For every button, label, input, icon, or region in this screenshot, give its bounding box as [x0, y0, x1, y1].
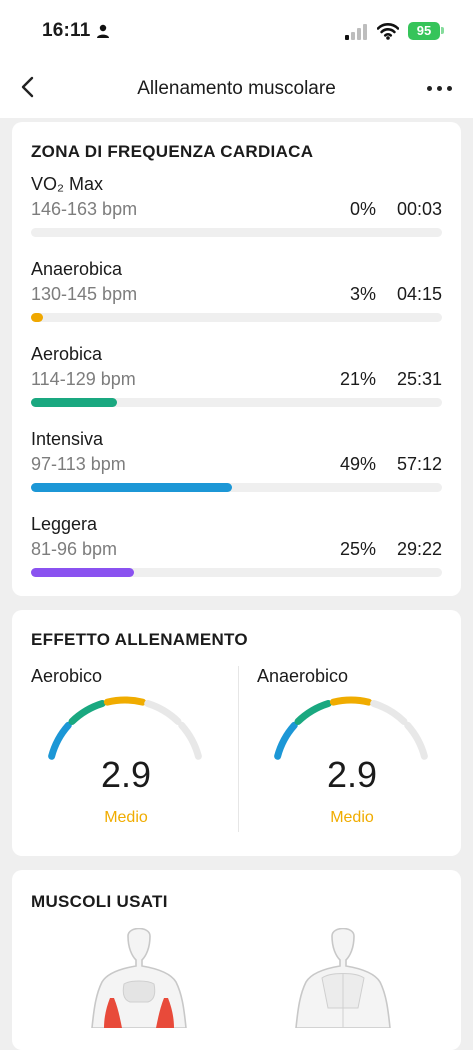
more-horizontal-icon-dot — [447, 86, 452, 91]
zone-progress-fill — [31, 568, 134, 577]
anaerobic-label: Anaerobico — [257, 666, 349, 686]
muscles-used-card: MUSCOLI USATI — [12, 870, 461, 1050]
zone-range: 97-113 bpm — [31, 454, 126, 474]
wifi-icon — [377, 23, 399, 40]
anaerobic-gauge-segment — [294, 700, 332, 725]
zone-percent: 49% — [339, 454, 376, 474]
card-title: ZONA DI FREQUENZA CARDIACA — [31, 142, 314, 161]
zone-percent: 0% — [349, 199, 376, 219]
zone-time: 29:22 — [396, 539, 442, 559]
zone-range: 130-145 bpm — [31, 284, 138, 304]
zone-time: 57:12 — [396, 454, 442, 474]
divider — [238, 666, 239, 832]
anaerobic-gauge-segment — [370, 700, 408, 725]
more-horizontal-icon — [427, 86, 432, 91]
person-icon — [97, 24, 109, 38]
battery-level: 95 — [416, 23, 432, 38]
zone-name: VO₂ Max — [31, 174, 103, 194]
page-title: Allenamento muscolare — [137, 78, 336, 99]
training-effect-card: EFFETTO ALLENAMENTO Aerobico 2.9 Medio A… — [12, 610, 461, 856]
zone-percent: 21% — [339, 369, 376, 389]
zone-row: VO₂ Max 146-163 bpm 0% 00:03 — [31, 174, 442, 254]
zone-row: Anaerobica 130-145 bpm 3% 04:15 — [31, 259, 442, 339]
zone-progress-track — [31, 568, 442, 577]
zone-range: 114-129 bpm — [31, 369, 136, 389]
aerobic-label: Aerobico — [31, 666, 103, 686]
zone-progress-fill — [31, 313, 43, 322]
battery-tip — [441, 27, 444, 34]
heart-rate-zones-card: ZONA DI FREQUENZA CARDIACA VO₂ Max 146-16… — [12, 122, 461, 596]
zone-range: 146-163 bpm — [31, 199, 138, 219]
zone-row: Aerobica 114-129 bpm 21% 25:31 — [31, 344, 442, 424]
zone-progress-fill — [31, 483, 232, 492]
zone-progress-fill — [31, 398, 117, 407]
anaerobic-gauge-segment — [274, 721, 298, 760]
anaerobic-effect: Anaerobico 2.9 Medio — [257, 666, 457, 846]
nav-bar: Allenamento muscolare — [0, 60, 473, 118]
aerobic-level: Medio — [104, 809, 148, 826]
body-back-figure — [295, 928, 391, 1028]
battery-indicator: 95 — [408, 22, 440, 40]
zone-progress-track — [31, 398, 442, 407]
aerobic-effect: Aerobico 2.9 Medio — [31, 666, 231, 846]
more-options-button[interactable] — [424, 76, 460, 100]
zone-time: 25:31 — [396, 369, 442, 389]
zone-time: 00:03 — [396, 199, 442, 219]
zone-name: Aerobica — [31, 344, 103, 364]
anaerobic-value: 2.9 — [326, 754, 378, 795]
status-bar: 16:11 95 — [0, 0, 473, 60]
zone-time: 04:15 — [396, 284, 442, 304]
zone-row: Intensiva 97-113 bpm 49% 57:12 — [31, 429, 442, 509]
aerobic-gauge-segment — [144, 700, 182, 725]
status-time: 16:11 — [42, 20, 91, 41]
zone-progress-track — [31, 483, 442, 492]
card-title: MUSCOLI USATI — [31, 892, 168, 911]
more-horizontal-icon-dot — [437, 86, 442, 91]
zone-name: Leggera — [31, 514, 98, 534]
zone-progress-track — [31, 228, 442, 237]
zone-name: Intensiva — [31, 429, 104, 449]
cellular-signal-icon — [345, 24, 367, 40]
anaerobic-gauge-segment — [404, 721, 428, 760]
zone-percent: 25% — [339, 539, 376, 559]
zone-name: Anaerobica — [31, 259, 123, 279]
card-title: EFFETTO ALLENAMENTO — [31, 630, 248, 649]
aerobic-value: 2.9 — [100, 754, 152, 795]
zone-percent: 3% — [349, 284, 376, 304]
aerobic-gauge-segment — [103, 696, 147, 706]
aerobic-gauge-segment — [178, 721, 202, 760]
anaerobic-level: Medio — [330, 809, 374, 826]
body-front-figure — [91, 928, 187, 1028]
zone-range: 81-96 bpm — [31, 539, 118, 559]
anaerobic-gauge-segment — [329, 696, 373, 706]
aerobic-gauge-segment — [68, 700, 106, 725]
zone-row: Leggera 81-96 bpm 25% 29:22 — [31, 514, 442, 594]
aerobic-gauge-segment — [48, 721, 72, 760]
zone-progress-track — [31, 313, 442, 322]
